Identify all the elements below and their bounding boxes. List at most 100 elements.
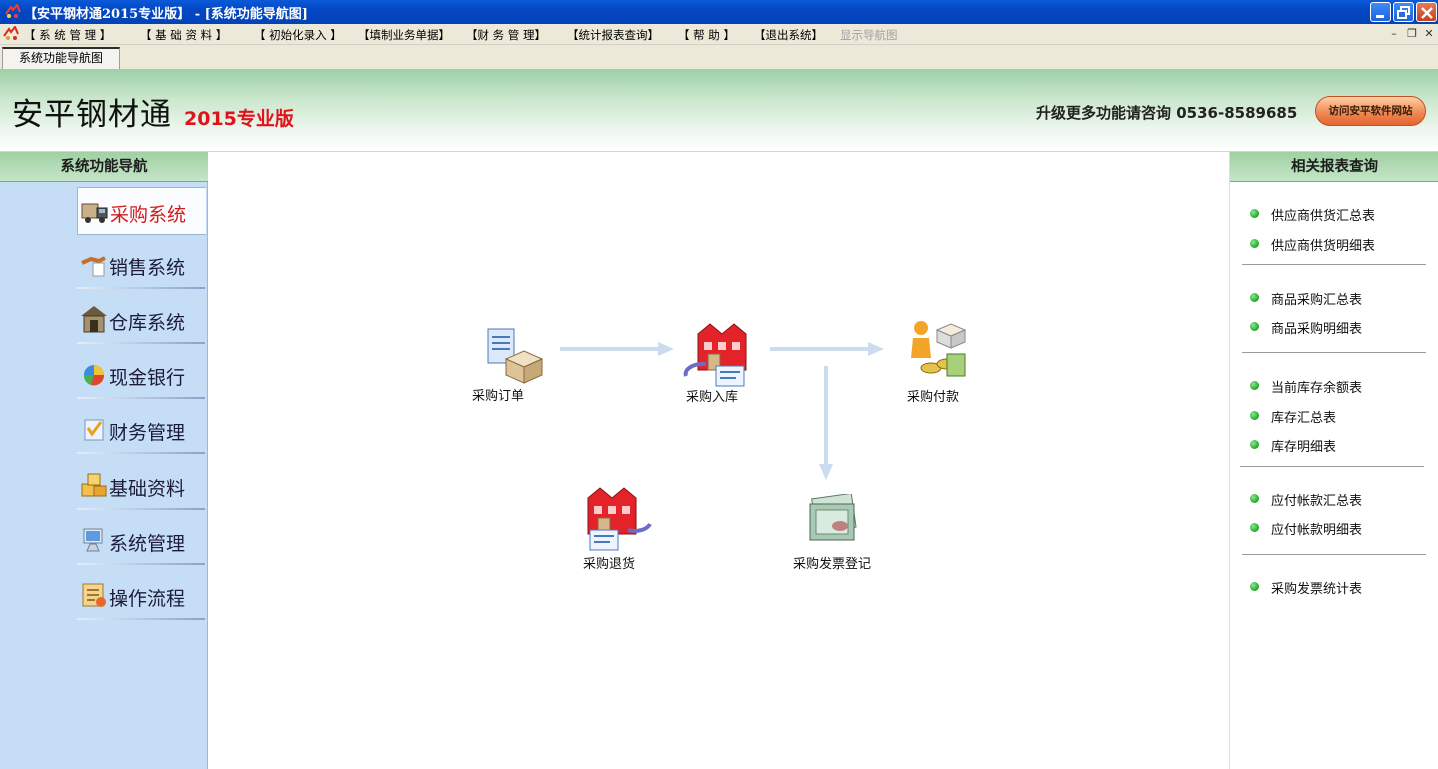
menu-finance-management[interactable]: 【财 务 管 理】 <box>466 27 546 43</box>
bullet-icon <box>1250 523 1259 532</box>
truck-icon <box>81 203 108 223</box>
nav-separator <box>77 397 205 399</box>
bullet-icon <box>1250 239 1259 248</box>
flow-node-purchase-return[interactable]: 采购退货 <box>582 484 682 574</box>
left-nav-title: 系统功能导航 <box>0 152 208 182</box>
minimize-icon <box>1376 15 1384 18</box>
nav-separator <box>77 452 205 454</box>
menu-show-navigation[interactable]: 显示导航图 <box>840 27 898 43</box>
nav-item-label: 现金银行 <box>109 367 186 389</box>
nav-separator <box>77 342 205 344</box>
restore-icon <box>1397 6 1410 19</box>
nav-item-basic-data[interactable]: 基础资料 <box>77 462 206 510</box>
nav-item-label: 采购系统 <box>110 204 187 226</box>
left-navigation-panel: 系统功能导航 采购系统 销售系统 仓库系统 现金银行 财务管理 基础资料 系统管… <box>0 152 208 769</box>
report-link-label: 采购发票统计表 <box>1271 582 1363 597</box>
menu-report-query[interactable]: 【统计报表查询】 <box>567 27 659 43</box>
mdi-restore-icon[interactable]: ❐ <box>1405 28 1419 41</box>
nav-item-label: 销售系统 <box>109 257 186 279</box>
flow-node-purchase-stock-in[interactable]: 采购入库 <box>680 320 780 410</box>
return-icon <box>587 487 652 551</box>
report-link-label: 商品采购明细表 <box>1271 322 1363 337</box>
report-panel-title: 相关报表查询 <box>1230 152 1438 182</box>
bullet-icon <box>1250 293 1259 302</box>
finance-icon <box>84 419 104 441</box>
nav-separator <box>77 563 205 565</box>
warehouse-in-icon <box>683 323 747 387</box>
menu-initial-entry[interactable]: 【 初始化录入 】 <box>254 27 342 43</box>
minimize-button[interactable] <box>1370 2 1391 22</box>
mdi-close-icon[interactable]: ✕ <box>1422 28 1436 41</box>
report-query-panel: 相关报表查询 供应商供货汇总表 供应商供货明细表 商品采购汇总表 商品采购明细表… <box>1229 152 1438 769</box>
close-icon <box>1421 7 1433 19</box>
title-bar: 【安平钢材通2015专业版】 - [系统功能导航图] <box>0 0 1438 24</box>
nav-item-label: 操作流程 <box>109 588 186 610</box>
nav-item-sales[interactable]: 销售系统 <box>77 241 206 289</box>
header-banner: 安平钢材通 2015专业版 升级更多功能请咨询 0536-8589685 访问安… <box>0 69 1438 152</box>
pie-chart-icon <box>83 365 105 386</box>
brand-name: 安平钢材通 <box>12 97 172 133</box>
window-title: 【安平钢材通2015专业版】 - [系统功能导航图] <box>24 7 308 22</box>
nav-item-finance[interactable]: 财务管理 <box>77 406 206 454</box>
report-divider <box>1240 466 1424 467</box>
report-divider <box>1242 264 1426 265</box>
menu-bar: 【 系 统 管 理 】 【 基 础 资 料 】 【 初始化录入 】 【填制业务单… <box>0 24 1438 45</box>
flow-arrow <box>819 366 833 480</box>
app-icon <box>5 4 21 18</box>
nav-item-label: 基础资料 <box>109 478 186 500</box>
bullet-icon <box>1250 411 1259 420</box>
bullet-icon <box>1250 322 1259 331</box>
nav-item-warehouse[interactable]: 仓库系统 <box>77 296 206 344</box>
report-link-label: 供应商供货明细表 <box>1271 239 1376 254</box>
menu-help[interactable]: 【 帮 助 】 <box>678 27 735 43</box>
close-button[interactable] <box>1416 2 1437 22</box>
nav-item-label: 系统管理 <box>109 533 186 555</box>
flow-node-label: 采购订单 <box>472 389 525 404</box>
report-link-label: 应付帐款明细表 <box>1271 523 1363 538</box>
nav-item-purchase[interactable]: 采购系统 <box>77 187 206 235</box>
bullet-icon <box>1250 209 1259 218</box>
menu-exit[interactable]: 【退出系统】 <box>754 27 823 43</box>
report-link-label: 商品采购汇总表 <box>1271 293 1363 308</box>
contact-info: 升级更多功能请咨询 0536-8589685 <box>1036 104 1298 122</box>
report-link-label: 库存明细表 <box>1271 440 1337 455</box>
bullet-icon <box>1250 440 1259 449</box>
bullet-icon <box>1250 582 1259 591</box>
menu-basic-data[interactable]: 【 基 础 资 料 】 <box>140 27 227 43</box>
nav-separator <box>77 287 205 289</box>
nav-item-label: 仓库系统 <box>109 312 186 334</box>
menu-system-management[interactable]: 【 系 统 管 理 】 <box>24 27 111 43</box>
boxes-icon <box>81 473 107 497</box>
tab-navigation-map[interactable]: 系统功能导航图 <box>2 47 120 69</box>
bullet-icon <box>1250 494 1259 503</box>
visit-website-button[interactable]: 访问安平软件网站 <box>1315 96 1426 126</box>
edition-label: 2015专业版 <box>184 108 294 130</box>
flow-node-purchase-payment[interactable]: 采购付款 <box>903 318 1003 408</box>
flow-node-label: 采购入库 <box>686 390 739 405</box>
handshake-icon <box>81 256 106 277</box>
bullet-icon <box>1250 381 1259 390</box>
report-link-label: 应付帐款汇总表 <box>1271 494 1363 509</box>
payment-icon <box>911 321 967 377</box>
nav-item-operation-flow[interactable]: 操作流程 <box>77 572 206 620</box>
restore-button[interactable] <box>1393 2 1414 22</box>
flow-node-label: 采购退货 <box>583 557 636 572</box>
document-tab-strip: 系统功能导航图 <box>0 45 1438 69</box>
flow-node-purchase-invoice[interactable]: 采购发票登记 <box>790 490 900 580</box>
nav-separator <box>77 508 205 510</box>
report-divider <box>1242 352 1426 353</box>
order-icon <box>487 328 544 384</box>
report-link-label: 当前库存余额表 <box>1271 381 1363 396</box>
computer-icon <box>83 528 103 552</box>
flow-arrow <box>560 342 674 356</box>
nav-item-cash-bank[interactable]: 现金银行 <box>77 351 206 399</box>
app-menu-icon[interactable] <box>3 26 20 42</box>
flow-node-purchase-order[interactable]: 采购订单 <box>466 325 566 415</box>
invoice-icon <box>809 494 857 541</box>
nav-item-label: 财务管理 <box>109 422 186 444</box>
nav-item-system-management[interactable]: 系统管理 <box>77 517 206 565</box>
mdi-minimize-icon[interactable]: – <box>1387 28 1401 41</box>
flow-arrow <box>770 342 884 356</box>
report-link-label: 供应商供货汇总表 <box>1271 209 1376 224</box>
menu-business-documents[interactable]: 【填制业务单据】 <box>358 27 450 43</box>
